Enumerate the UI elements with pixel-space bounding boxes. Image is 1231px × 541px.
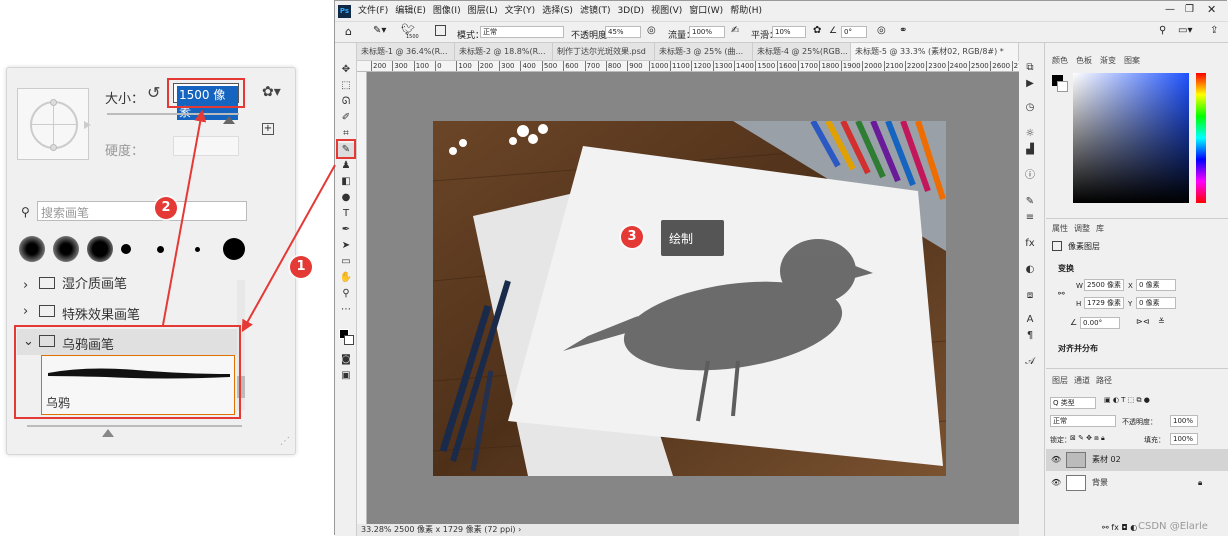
arrow-step1-to-folder — [241, 164, 336, 333]
step-badge-2: 2 — [155, 197, 177, 219]
step-badge-3: 3 — [621, 226, 643, 248]
annotation-arrows — [162, 109, 336, 333]
step-badge-1: 1 — [290, 256, 312, 278]
